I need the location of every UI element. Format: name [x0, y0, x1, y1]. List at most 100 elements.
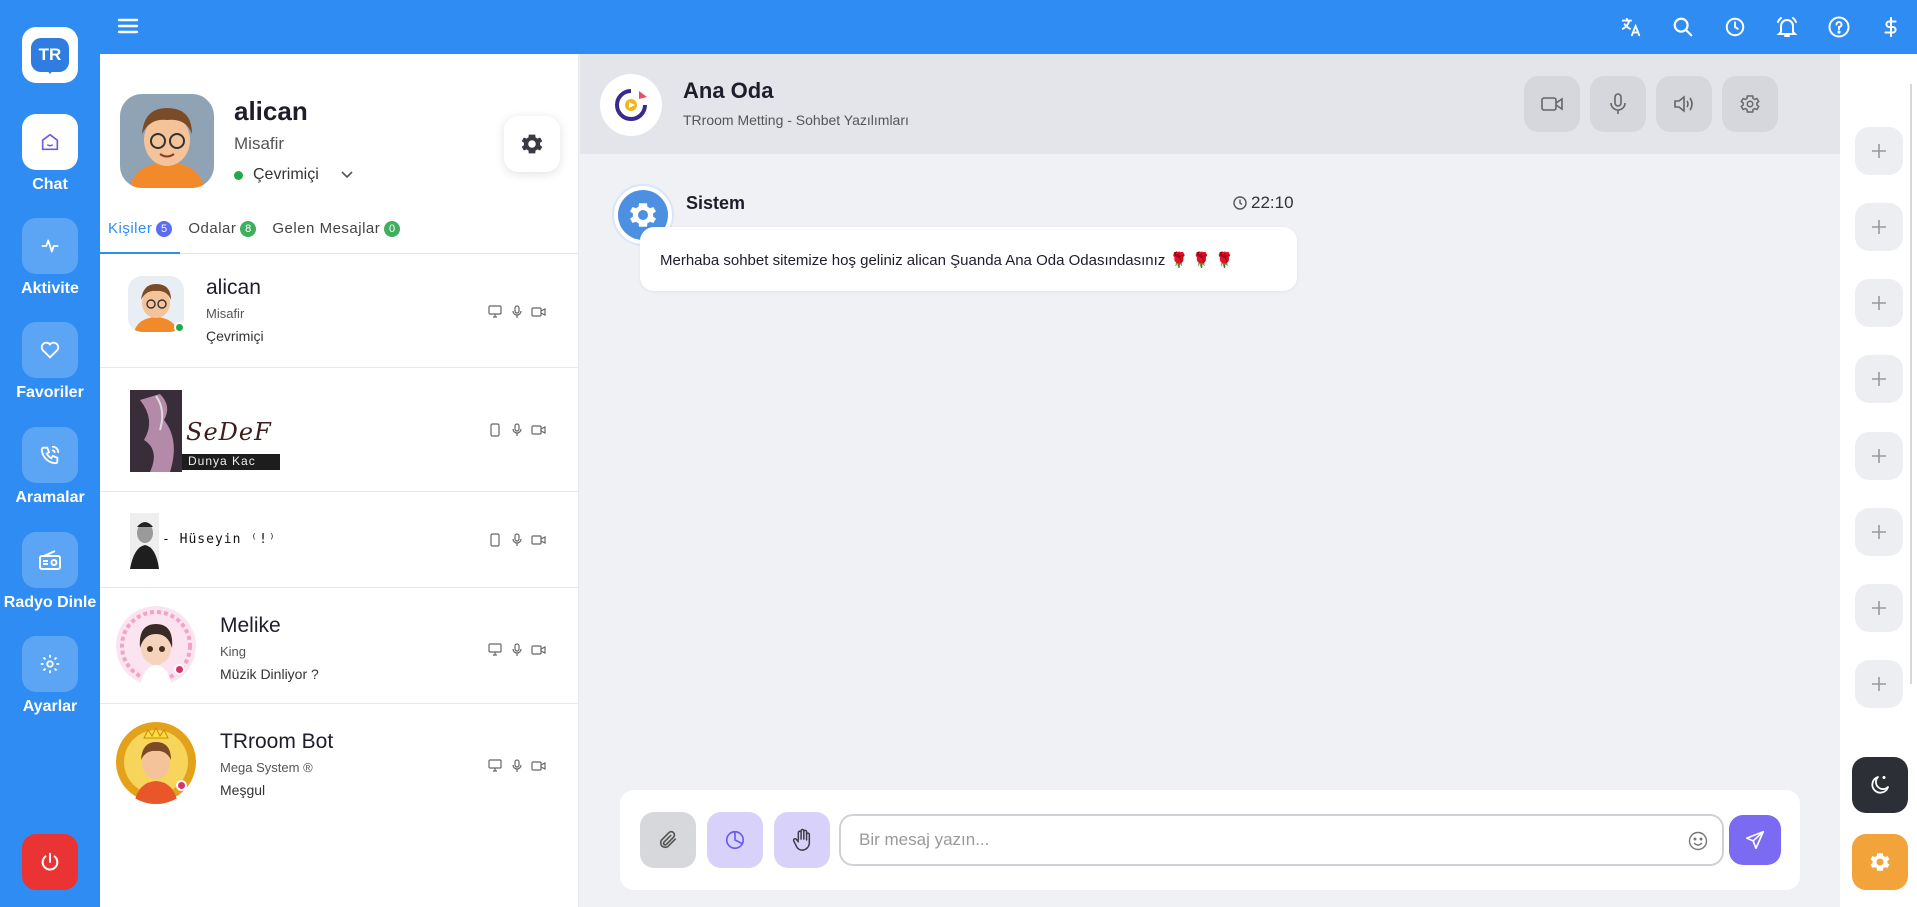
theme-settings-button[interactable] [1852, 834, 1908, 890]
chat-header: Ana Oda TRroom Metting - Sohbet Yazılıml… [580, 54, 1840, 154]
message-time: 22:10 [1233, 193, 1294, 213]
contact-name-image-text: SeDeF [186, 418, 272, 446]
logout-button[interactable] [22, 834, 78, 890]
online-status-dot [234, 170, 243, 180]
rail-item-aktivite[interactable]: Aktivite [0, 218, 100, 298]
add-slot-button-1[interactable] [1855, 127, 1903, 175]
help-icon [1828, 16, 1850, 38]
chevron-down-icon [341, 171, 353, 179]
plus-icon [1872, 677, 1886, 691]
add-slot-button-5[interactable] [1855, 432, 1903, 480]
gear-icon [1740, 95, 1760, 113]
add-slot-button-4[interactable] [1855, 355, 1903, 403]
microphone-icon [509, 422, 524, 437]
timer-button[interactable] [707, 812, 763, 868]
hamburger-menu-button[interactable] [116, 14, 140, 38]
contact-sedef[interactable]: SeDeF Dunya Kac [100, 368, 579, 492]
busy-status-dot [174, 664, 185, 675]
search-icon [1673, 17, 1693, 37]
plus-icon [1872, 296, 1886, 310]
busy-status-dot [176, 780, 187, 791]
rail-item-favoriler[interactable]: Favoriler [0, 322, 100, 402]
contact-role: Misafir [206, 306, 245, 321]
microphone-icon [509, 532, 524, 547]
rail-item-radyo[interactable]: Radyo Dinle [0, 532, 100, 612]
rail-label-aramalar: Aramalar [15, 489, 85, 506]
contact-melike[interactable]: Melike King Müzik Dinliyor ? [100, 588, 579, 704]
rail-item-ayarlar[interactable]: Ayarlar [0, 636, 100, 716]
heart-icon [22, 322, 78, 378]
profile-name: alican [234, 96, 308, 126]
room-settings-button[interactable] [1722, 76, 1778, 132]
history-button[interactable] [1709, 0, 1761, 54]
add-slot-button-6[interactable] [1855, 508, 1903, 556]
desktop-icon [487, 758, 502, 773]
notifications-button[interactable] [1761, 0, 1813, 54]
contact-trroom-bot[interactable]: TRroom Bot Mega System ® Meşgul [100, 704, 579, 820]
home-icon [22, 114, 78, 170]
add-slot-button-7[interactable] [1855, 584, 1903, 632]
add-slot-button-2[interactable] [1855, 203, 1903, 251]
translate-icon [1621, 17, 1641, 37]
scrollbar[interactable] [1910, 84, 1912, 684]
message-input[interactable] [839, 814, 1724, 866]
menu-icon [117, 18, 139, 34]
dollar-button[interactable] [1865, 0, 1917, 54]
desktop-icon [487, 304, 502, 319]
power-icon [41, 852, 59, 871]
rail-item-aramalar[interactable]: Aramalar [0, 427, 100, 507]
contact-name-image-text: - Hüseyin ⁽!⁾ [162, 532, 277, 547]
search-button[interactable] [1657, 0, 1709, 54]
rail-label-ayarlar: Ayarlar [22, 698, 78, 715]
logo-text: TR [31, 38, 69, 74]
profile-status-dropdown[interactable]: Çevrimiçi [234, 166, 353, 184]
profile-avatar[interactable] [120, 94, 214, 188]
activity-icon [22, 218, 78, 274]
room-name: Ana Oda [683, 78, 774, 103]
translate-button[interactable] [1605, 0, 1657, 54]
contacts-panel: alican Misafir Çevrimiçi Kişiler 5 Odala… [100, 54, 579, 907]
contact-role: King [220, 644, 247, 659]
emoji-button[interactable] [1688, 831, 1708, 851]
rail-label-chat: Chat [32, 176, 68, 193]
smiley-icon [1688, 831, 1708, 851]
tab-odalar[interactable]: Odalar 8 [180, 220, 264, 254]
dark-mode-toggle[interactable] [1852, 757, 1908, 813]
send-icon [1745, 830, 1765, 850]
top-bar [100, 0, 1917, 54]
profile-status-text: Çevrimiçi [253, 166, 319, 183]
contact-huseyin[interactable]: - Hüseyin ⁽!⁾ [100, 492, 579, 588]
gear-icon [22, 636, 78, 692]
tab-gelen-mesajlar-label: Gelen Mesajlar [272, 220, 381, 237]
microphone-icon [509, 304, 524, 319]
video-button[interactable] [1524, 76, 1580, 132]
hand-icon [792, 828, 811, 851]
microphone-button[interactable] [1590, 76, 1646, 132]
help-button[interactable] [1813, 0, 1865, 54]
add-slot-button-3[interactable] [1855, 279, 1903, 327]
attach-button[interactable] [640, 812, 696, 868]
camera-icon [531, 532, 546, 547]
send-button[interactable] [1729, 815, 1781, 865]
rail-label-favoriler: Favoriler [16, 384, 84, 401]
rail-label-radyo: Radyo Dinle [3, 594, 97, 611]
profile-settings-button[interactable] [504, 116, 560, 172]
speaker-button[interactable] [1656, 76, 1712, 132]
contact-name-image-caption: Dunya Kac [182, 454, 280, 470]
tab-kisiler-count: 5 [156, 221, 173, 237]
plus-icon [1872, 144, 1886, 158]
rail-item-chat[interactable]: Chat [0, 114, 100, 194]
contact-alican[interactable]: alican Misafir Çevrimiçi [100, 254, 579, 368]
app-logo[interactable]: TR [22, 27, 78, 83]
contact-name: Melike [220, 614, 281, 637]
online-status-dot [174, 322, 185, 333]
plus-icon [1872, 601, 1886, 615]
rail-label-aktivite: Aktivite [21, 280, 79, 297]
tab-kisiler[interactable]: Kişiler 5 [100, 220, 181, 254]
raise-hand-button[interactable] [774, 812, 830, 868]
pie-chart-icon [725, 830, 745, 850]
tab-gelen-mesajlar[interactable]: Gelen Mesajlar 0 [264, 220, 408, 254]
contact-avatar [116, 606, 196, 686]
add-slot-button-8[interactable] [1855, 660, 1903, 708]
camera-icon [531, 422, 546, 437]
